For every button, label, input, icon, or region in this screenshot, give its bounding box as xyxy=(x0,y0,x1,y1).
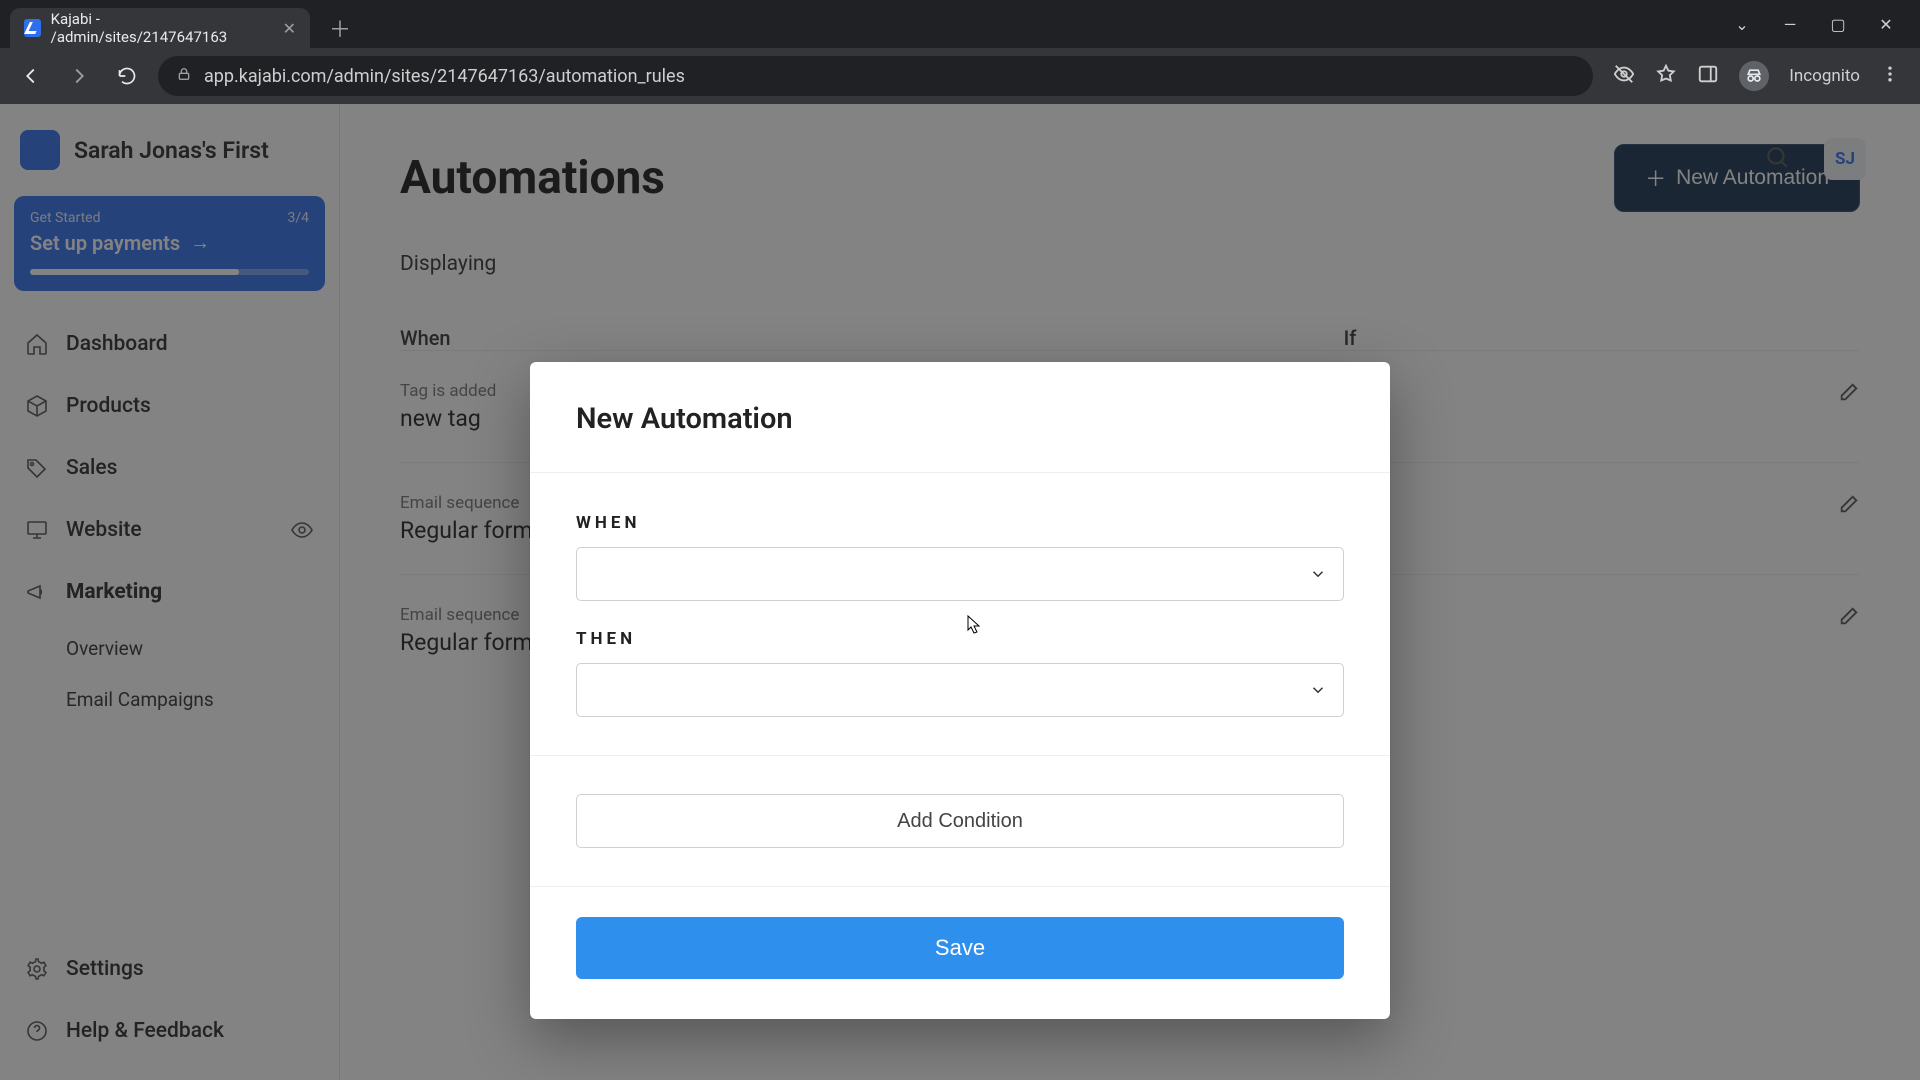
when-select[interactable] xyxy=(576,547,1344,601)
modal-title: New Automation xyxy=(576,402,1344,436)
add-condition-button[interactable]: Add Condition xyxy=(576,794,1344,848)
minimize-icon[interactable]: ― xyxy=(1780,15,1800,34)
save-label: Save xyxy=(935,935,985,960)
then-select[interactable] xyxy=(576,663,1344,717)
url-text: app.kajabi.com/admin/sites/2147647163/au… xyxy=(204,66,685,87)
lock-icon xyxy=(176,66,192,87)
chevron-down-icon[interactable]: ⌄ xyxy=(1732,15,1752,34)
panel-icon[interactable] xyxy=(1697,63,1719,89)
new-tab-button[interactable]: ＋ xyxy=(324,12,356,44)
incognito-avatar-icon[interactable] xyxy=(1739,61,1769,91)
bookmark-star-icon[interactable] xyxy=(1655,63,1677,89)
cursor-icon xyxy=(967,615,981,635)
save-button[interactable]: Save xyxy=(576,917,1344,979)
then-label: THEN xyxy=(576,629,1344,649)
chevron-down-icon xyxy=(1309,565,1327,583)
address-bar: app.kajabi.com/admin/sites/2147647163/au… xyxy=(0,48,1920,104)
chevron-down-icon xyxy=(1309,681,1327,699)
close-window-icon[interactable]: ✕ xyxy=(1876,15,1896,34)
app-viewport: Sarah Jonas's First Get Started 3/4 Set … xyxy=(0,104,1920,1080)
window-controls: ⌄ ― ▢ ✕ xyxy=(1708,0,1920,48)
back-button[interactable] xyxy=(14,59,48,93)
omnibox[interactable]: app.kajabi.com/admin/sites/2147647163/au… xyxy=(158,56,1593,96)
tab-favicon-icon xyxy=(24,19,41,37)
address-bar-actions: Incognito xyxy=(1607,61,1906,91)
when-label: WHEN xyxy=(576,513,1344,533)
add-condition-label: Add Condition xyxy=(897,810,1023,833)
new-automation-modal: New Automation WHEN THEN Add Condition S… xyxy=(530,362,1390,1019)
browser-tab[interactable]: Kajabi - /admin/sites/2147647163 ✕ xyxy=(10,8,310,48)
tab-close-icon[interactable]: ✕ xyxy=(283,19,296,38)
eye-off-icon[interactable] xyxy=(1613,63,1635,89)
tab-title: Kajabi - /admin/sites/2147647163 xyxy=(51,10,263,46)
tab-strip: Kajabi - /admin/sites/2147647163 ✕ ＋ ⌄ ―… xyxy=(0,0,1920,48)
incognito-label: Incognito xyxy=(1789,66,1860,86)
maximize-icon[interactable]: ▢ xyxy=(1828,15,1848,34)
reload-button[interactable] xyxy=(110,59,144,93)
browser-chrome: Kajabi - /admin/sites/2147647163 ✕ ＋ ⌄ ―… xyxy=(0,0,1920,104)
kebab-menu-icon[interactable] xyxy=(1880,64,1900,88)
forward-button[interactable] xyxy=(62,59,96,93)
